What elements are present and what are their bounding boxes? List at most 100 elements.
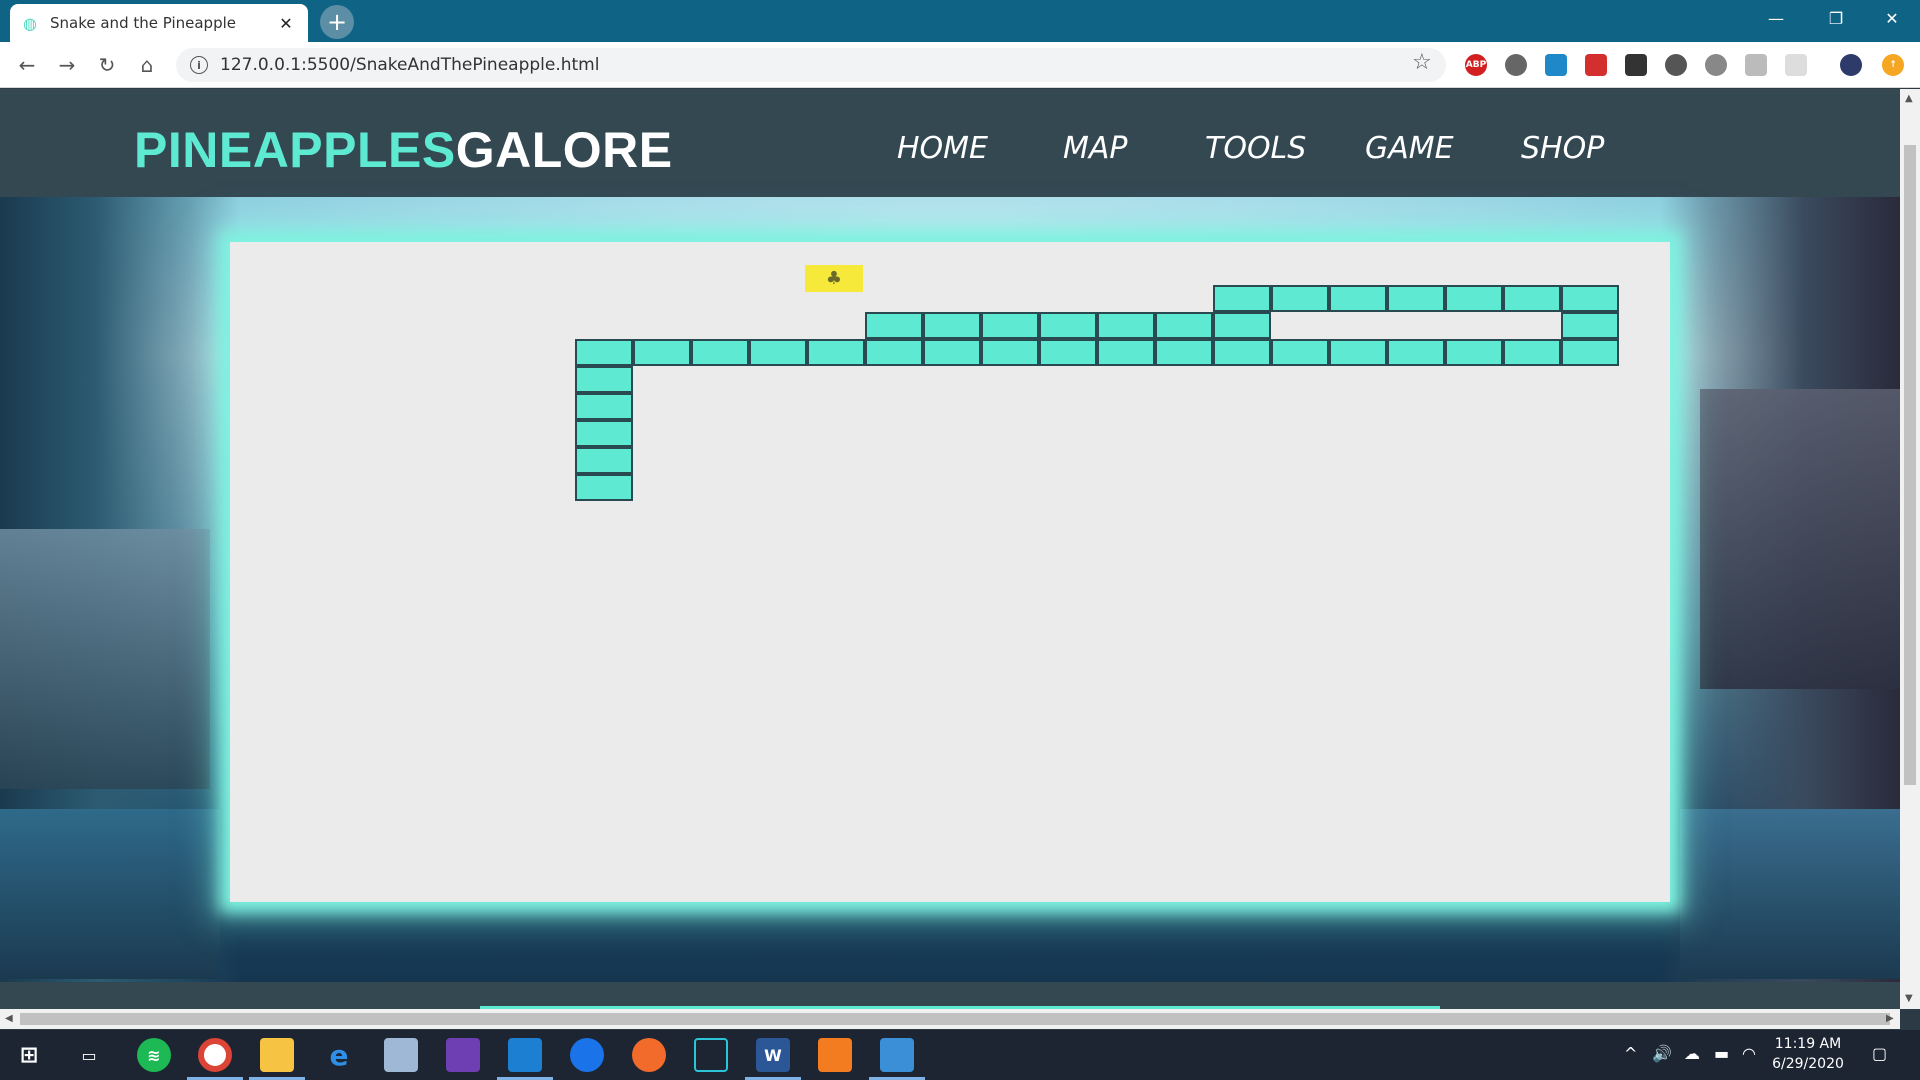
web-page: PINEAPPLESGALORE HOME MAP TOOLS GAME SHO… [0,89,1900,1009]
snake-segment [1213,339,1271,366]
site-footer [0,982,1900,1009]
logo-part1: PINEAPPLES [134,122,456,178]
snake-segment [633,339,691,366]
snake-segment [865,339,923,366]
windows-taskbar: ⊞ ▭ ≋ e W ^ 🔊 ☁ ▬ ◠ 11:19 AM 6/29/2020 ▢ [0,1030,1920,1080]
snake-segment [865,312,923,339]
windows-start-icon[interactable]: ⊞ [12,1038,46,1072]
nav-map[interactable]: MAP [1063,131,1128,166]
extension-icon-k[interactable] [1745,54,1767,76]
snake-segment [749,339,807,366]
clock-time: 11:19 AM [1774,1036,1842,1052]
forward-icon[interactable]: → [52,50,82,80]
snake-segment [1561,285,1619,312]
snake-segment [1561,312,1619,339]
system-clock[interactable]: 11:19 AM 6/29/2020 [1768,1034,1848,1074]
snake-segment [575,420,633,447]
logo-part2: GALORE [455,122,673,178]
snake-segment [575,366,633,393]
wifi-icon[interactable]: ◠ [1742,1044,1756,1063]
extension-icon-check[interactable] [1705,54,1727,76]
nav-home[interactable]: HOME [897,131,988,166]
bookmark-star-icon[interactable]: ☆ [1412,50,1432,75]
xampp-icon[interactable] [818,1038,852,1072]
update-icon[interactable]: ↑ [1882,54,1904,76]
snake-segment [1155,312,1213,339]
snake-segment [1155,339,1213,366]
snake-segment [1445,339,1503,366]
close-tab-icon[interactable]: ✕ [276,13,296,33]
extension-icon-screen[interactable] [1625,54,1647,76]
battery-icon[interactable]: ▬ [1714,1044,1729,1063]
reload-icon[interactable]: ↻ [92,50,122,80]
scroll-up-icon[interactable]: ▲ [1905,93,1913,104]
extension-icon-sync[interactable] [1665,54,1687,76]
extension-icon-book[interactable] [1585,54,1607,76]
restore-icon[interactable]: ❐ [1806,0,1866,36]
maps-icon[interactable] [570,1038,604,1072]
home-icon[interactable]: ⌂ [132,50,162,80]
back-icon[interactable]: ← [12,50,42,80]
snake-segment [691,339,749,366]
extension-icon-pin[interactable] [1505,54,1527,76]
vertical-scroll-thumb[interactable] [1904,145,1916,785]
snake-segment [923,339,981,366]
clock-date: 6/29/2020 [1772,1056,1844,1072]
vertical-scrollbar[interactable]: ▲ ▼ [1900,89,1920,1009]
address-bar[interactable]: i 127.0.0.1:5500/SnakeAndThePineapple.ht… [176,48,1446,82]
pool-left [0,809,220,979]
snake-segment [1445,285,1503,312]
snake-segment [1329,285,1387,312]
snake-segment [1213,285,1271,312]
horizontal-scrollbar[interactable]: ◀ ▶ [0,1009,1900,1029]
spotify-icon[interactable]: ≋ [137,1038,171,1072]
browser-tab[interactable]: ◍ Snake and the Pineapple ✕ [10,4,308,42]
scroll-left-icon[interactable]: ◀ [5,1013,13,1024]
info-icon[interactable]: i [190,56,208,74]
site-header: PINEAPPLESGALORE HOME MAP TOOLS GAME SHO… [0,89,1900,197]
snake-segment [1503,285,1561,312]
snake-segment [1039,339,1097,366]
terminal-icon[interactable] [694,1038,728,1072]
visual-studio-icon[interactable] [446,1038,480,1072]
tray-chevron-icon[interactable]: ^ [1624,1044,1637,1063]
site-logo[interactable]: PINEAPPLESGALORE [134,121,673,179]
vscode-icon[interactable] [508,1038,542,1072]
snake-segment [1213,312,1271,339]
tab-title: Snake and the Pineapple [50,14,236,32]
scroll-down-icon[interactable]: ▼ [1905,993,1913,1004]
snake-segment [1271,285,1329,312]
onedrive-icon[interactable]: ☁ [1684,1044,1700,1063]
paint-app-icon[interactable] [632,1038,666,1072]
pineapple-food-icon: ♣ [805,265,863,292]
chrome-icon[interactable] [198,1038,232,1072]
notifications-icon[interactable]: ▢ [1872,1044,1887,1063]
snake-segment [807,339,865,366]
game-board[interactable]: ♣ [230,242,1670,902]
volume-icon[interactable]: 🔊 [1652,1044,1672,1063]
edge-icon[interactable]: e [322,1038,356,1072]
3d-viewer-icon[interactable] [384,1038,418,1072]
file-explorer-icon[interactable] [260,1038,294,1072]
nav-shop[interactable]: SHOP [1521,131,1604,166]
new-tab-button[interactable]: + [320,5,354,39]
close-window-icon[interactable]: ✕ [1862,0,1920,36]
task-view-icon[interactable]: ▭ [72,1038,106,1072]
adblock-extension-icon[interactable]: ABP [1465,54,1487,76]
minimize-icon[interactable]: — [1746,0,1806,36]
snake-segment [1561,339,1619,366]
snake-segment [1039,312,1097,339]
extension-icon-gear[interactable] [1785,54,1807,76]
snake-segment [1503,339,1561,366]
scroll-right-icon[interactable]: ▶ [1886,1013,1894,1024]
horizontal-scroll-thumb[interactable] [20,1013,1890,1025]
nav-tools[interactable]: TOOLS [1205,131,1306,166]
browser-tab-bar: ◍ Snake and the Pineapple ✕ + — ❐ ✕ [0,0,1920,42]
snake-segment [1271,339,1329,366]
extension-icon-capture[interactable] [1545,54,1567,76]
nav-game[interactable]: GAME [1365,131,1454,166]
photos-icon[interactable] [880,1038,914,1072]
profile-avatar[interactable] [1840,54,1862,76]
pool-right [1680,809,1900,979]
word-icon[interactable]: W [756,1038,790,1072]
